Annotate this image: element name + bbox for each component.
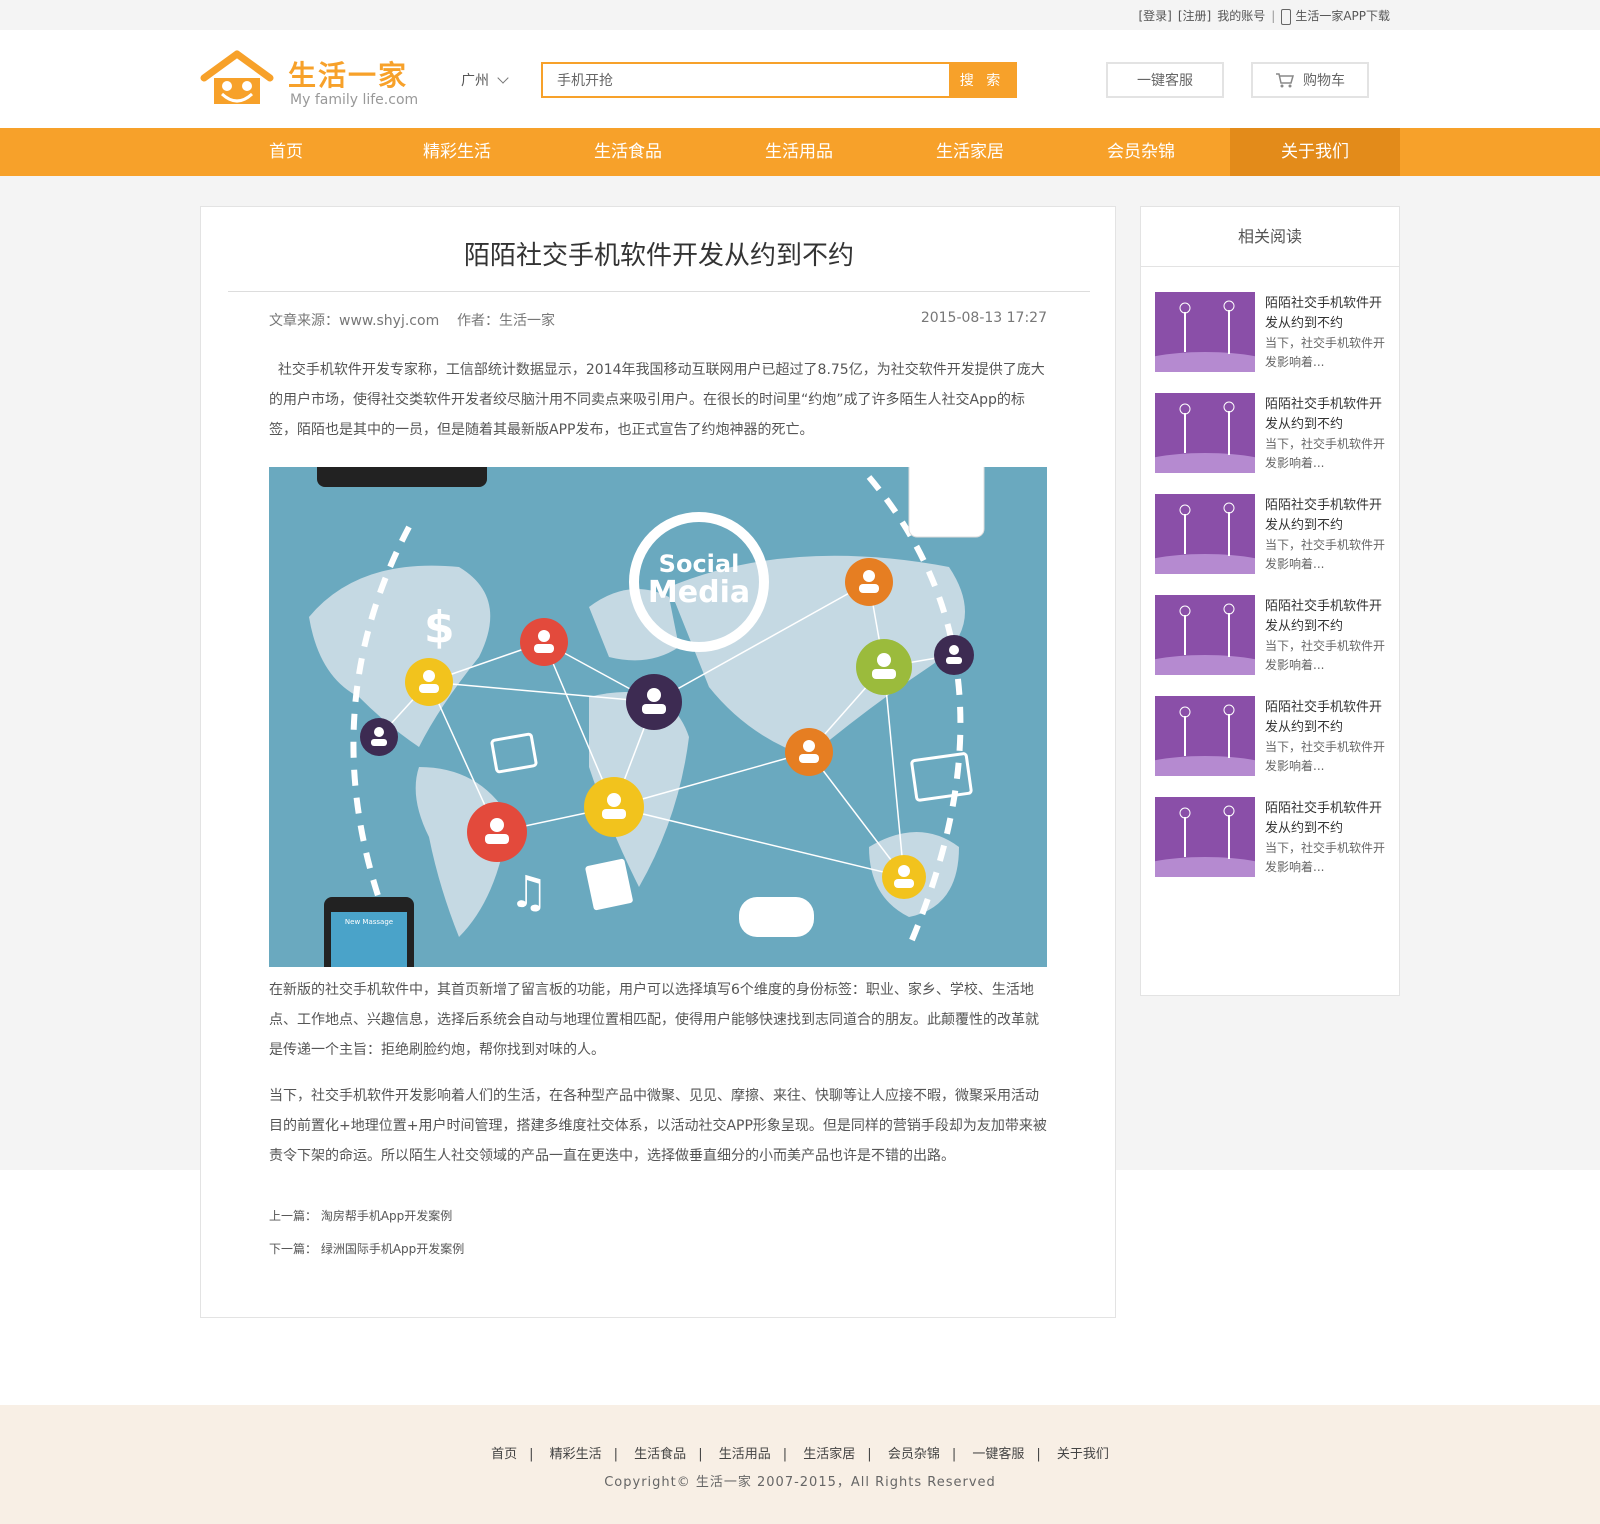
article-image: Social Media $ ♫ New Massage: [269, 467, 1047, 967]
previous-article-link[interactable]: 上一篇： 淘房帮手机App开发案例: [269, 1207, 452, 1224]
related-item-desc: 当下，社交手机软件开发影响着...: [1265, 841, 1386, 874]
related-item[interactable]: 陌陌社交手机软件开发从约到不约 当下，社交手机软件开发影响着...: [1155, 595, 1391, 675]
related-thumbnail: [1155, 797, 1255, 877]
main-nav: 首页 精彩生活 生活食品 生活用品 生活家居 会员杂锦 关于我们: [0, 128, 1600, 176]
svg-text:$: $: [424, 602, 455, 653]
article: 陌陌社交手机软件开发从约到不约 文章来源：www.shyj.com 作者：生活一…: [200, 206, 1116, 1318]
related-item-desc: 当下，社交手机软件开发影响着...: [1265, 639, 1386, 672]
footer-link-food[interactable]: 生活食品: [634, 1447, 686, 1462]
article-paragraph-3: 当下，社交手机软件开发影响着人们的生活，在各种型产品中微聚、见见、摩擦、来往、快…: [269, 1088, 1047, 1164]
copyright: Copyright© 生活一家 2007-2015，All Rights Res…: [604, 1475, 996, 1490]
related-item-title: 陌陌社交手机软件开发从约到不约: [1265, 700, 1383, 735]
footer: 首页 | 精彩生活 | 生活食品 | 生活用品 | 生活家居 | 会员杂锦 | 一键客服 | …: [0, 1405, 1600, 1524]
related-item-title: 陌陌社交手机软件开发从约到不约: [1265, 296, 1383, 331]
nav-item-member[interactable]: 会员杂锦: [1078, 128, 1204, 176]
top-links: [登录] [注册] 我的账号 | 生活一家APP下载: [1139, 7, 1390, 25]
top-bar: [登录] [注册] 我的账号 | 生活一家APP下载: [0, 0, 1600, 30]
related-reading: 相关阅读 陌陌社交手机软件开发从约到不约 当下，社交手机软件开发影响着... 陌…: [1140, 206, 1400, 996]
related-item-desc: 当下，社交手机软件开发影响着...: [1265, 437, 1386, 470]
app-download-link[interactable]: 生活一家APP下载: [1281, 7, 1390, 25]
phone-message-text: New Massage: [345, 918, 393, 926]
article-title: 陌陌社交手机软件开发从约到不约: [463, 241, 854, 271]
cart-label: 购物车: [1303, 73, 1345, 89]
svg-text:Media: Media: [648, 575, 750, 610]
my-account-link[interactable]: 我的账号: [1217, 7, 1265, 24]
cart-icon: [1276, 73, 1294, 88]
house-logo-icon: [200, 50, 274, 104]
footer-link-home[interactable]: 首页: [491, 1447, 517, 1462]
svg-text:♫: ♫: [509, 867, 548, 918]
phone-icon: [1281, 8, 1292, 25]
article-date: 2015-08-13 17:27: [920, 310, 1047, 326]
brand-name: 生活一家: [288, 59, 409, 92]
related-item-desc: 当下，社交手机软件开发影响着...: [1265, 538, 1386, 571]
customer-service-label: 一键客服: [1137, 73, 1193, 89]
svg-text:Social: Social: [659, 550, 740, 578]
title-divider: [228, 291, 1090, 292]
related-thumbnail: [1155, 393, 1255, 473]
header: 生活一家 My family life.com 广州 搜 索 一键客服 购物车: [0, 30, 1600, 128]
footer-link-about[interactable]: 关于我们: [1057, 1447, 1109, 1462]
related-thumbnail: [1155, 494, 1255, 574]
related-thumbnail: [1155, 595, 1255, 675]
related-item[interactable]: 陌陌社交手机软件开发从约到不约 当下，社交手机软件开发影响着...: [1155, 393, 1391, 473]
customer-service-button[interactable]: 一键客服: [1106, 62, 1224, 98]
article-meta: 文章来源：www.shyj.com 作者：生活一家: [269, 313, 556, 329]
related-item-desc: 当下，社交手机软件开发影响着...: [1265, 336, 1386, 369]
article-paragraph-2: 在新版的社交手机软件中，其首页新增了留言板的功能，用户可以选择填写6个维度的身份…: [269, 982, 1039, 1058]
related-item[interactable]: 陌陌社交手机软件开发从约到不约 当下，社交手机软件开发影响着...: [1155, 292, 1391, 372]
article-paragraph-1: 社交手机软件开发专家称，工信部统计数据显示，2014年我国移动互联网用户已超过了…: [269, 362, 1045, 438]
related-item-desc: 当下，社交手机软件开发影响着...: [1265, 740, 1386, 773]
footer-separator: |: [951, 1447, 957, 1462]
footer-links: 首页 | 精彩生活 | 生活食品 | 生活用品 | 生活家居 | 会员杂锦 | 一键客服 | …: [0, 1443, 1600, 1462]
nav-item-goods[interactable]: 生活用品: [736, 128, 862, 176]
cart-button[interactable]: 购物车: [1251, 62, 1369, 98]
related-reading-title: 相关阅读: [1141, 207, 1399, 267]
search-box: 搜 索: [541, 62, 1017, 98]
related-thumbnail: [1155, 696, 1255, 776]
brand-slogan: My family life.com: [290, 92, 419, 108]
search-button[interactable]: 搜 索: [949, 64, 1015, 96]
city-selector[interactable]: 广州: [461, 70, 510, 90]
chevron-down-icon: [497, 72, 510, 84]
related-thumbnail: [1155, 292, 1255, 372]
footer-separator: |: [613, 1447, 619, 1462]
footer-link-member[interactable]: 会员杂锦: [888, 1447, 940, 1462]
footer-link-goods[interactable]: 生活用品: [719, 1447, 771, 1462]
next-article-link[interactable]: 下一篇： 绿洲国际手机App开发案例: [269, 1240, 464, 1257]
logo[interactable]: 生活一家 My family life.com: [200, 50, 420, 110]
nav-item-home[interactable]: 首页: [223, 128, 349, 176]
register-link[interactable]: [注册]: [1178, 7, 1211, 24]
footer-separator: |: [1036, 1447, 1041, 1462]
nav-item-home-living[interactable]: 生活家居: [907, 128, 1033, 176]
footer-separator: |: [782, 1447, 788, 1462]
nav-item-about[interactable]: 关于我们: [1230, 128, 1400, 176]
separator: |: [1271, 8, 1276, 23]
nav-item-food[interactable]: 生活食品: [565, 128, 691, 176]
related-item-title: 陌陌社交手机软件开发从约到不约: [1265, 599, 1383, 634]
social-media-map-illustration: Social Media $ ♫ New Massage: [269, 467, 1047, 967]
related-item[interactable]: 陌陌社交手机软件开发从约到不约 当下，社交手机软件开发影响着...: [1155, 696, 1391, 776]
related-item[interactable]: 陌陌社交手机软件开发从约到不约 当下，社交手机软件开发影响着...: [1155, 494, 1391, 574]
related-item[interactable]: 陌陌社交手机软件开发从约到不约 当下，社交手机软件开发影响着...: [1155, 797, 1391, 877]
nav-item-life[interactable]: 精彩生活: [394, 128, 520, 176]
related-item-title: 陌陌社交手机软件开发从约到不约: [1265, 498, 1383, 533]
footer-link-service[interactable]: 一键客服: [972, 1447, 1024, 1462]
footer-separator: |: [867, 1447, 872, 1462]
related-item-title: 陌陌社交手机软件开发从约到不约: [1265, 801, 1383, 836]
search-input[interactable]: [543, 64, 949, 96]
footer-link-home-living[interactable]: 生活家居: [803, 1447, 855, 1462]
related-item-title: 陌陌社交手机软件开发从约到不约: [1265, 397, 1383, 432]
city-label: 广州: [461, 73, 489, 89]
app-download-label: 生活一家APP下载: [1295, 9, 1390, 23]
footer-separator: |: [529, 1447, 534, 1462]
footer-separator: |: [698, 1447, 703, 1462]
footer-link-life[interactable]: 精彩生活: [550, 1447, 602, 1462]
login-link[interactable]: [登录]: [1139, 7, 1172, 24]
